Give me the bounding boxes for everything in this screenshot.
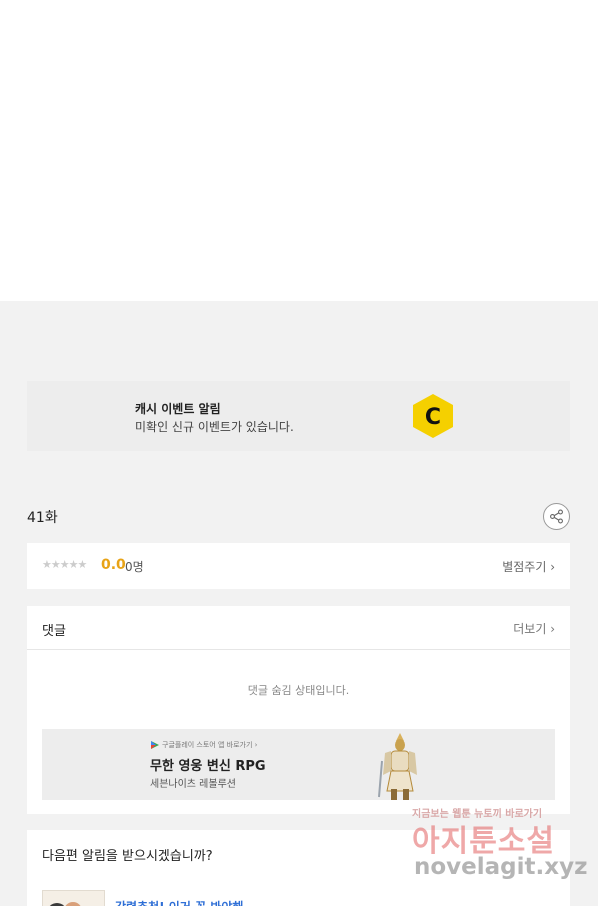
recommend-thumbnail[interactable] [42,890,105,906]
comments-hidden-message: 댓글 숨김 상태입니다. [247,684,350,697]
thumbnail-image [49,902,81,906]
ad-title: 무한 영웅 변신 RPG [150,759,266,774]
store-link-label: 구글플레이 스토어 앱 바로가기 › [162,741,258,749]
rating-count: 0명 [125,560,144,574]
episode-title: 41화 [27,510,58,526]
cash-coin-icon: C [413,394,453,438]
site-watermark: 지금보는 웹툰 뉴토끼 바로가기 아지툰소설 novelagit.xyz [408,800,598,892]
comments-section: 댓글 더보기 › 댓글 숨김 상태입니다. 구글플레이 스토어 앱 바로가기 ›… [27,606,570,814]
rate-button[interactable]: 별점주기 › [502,558,555,575]
recommend-link[interactable]: 강력추천! 이거 꼭 봐야해 [115,898,243,906]
knight-character-image [378,733,417,800]
share-icon [550,509,563,524]
comments-title: 댓글 [42,624,66,639]
ad-subtitle: 세븐나이츠 레볼루션 [150,779,236,790]
share-button[interactable] [543,503,570,530]
store-link[interactable]: 구글플레이 스토어 앱 바로가기 › [151,740,257,750]
content-end-area [0,0,598,301]
svg-text:C: C [425,405,441,430]
rating-score: 0.0 [101,557,126,573]
next-alert-question: 다음편 알림을 받으시겠습니까? [42,849,213,864]
rating-bar: ★★★★★ 0.0 0명 별점주기 › [27,543,570,589]
banner-subtitle: 미확인 신규 이벤트가 있습니다. [135,420,294,434]
comments-more-link[interactable]: 더보기 › [513,620,555,637]
star-rating-icons: ★★★★★ [42,558,87,571]
comments-header: 댓글 더보기 › [27,606,570,650]
banner-title: 캐시 이벤트 알림 [135,402,221,416]
cash-event-banner[interactable]: 캐시 이벤트 알림 미확인 신규 이벤트가 있습니다. C [27,381,570,451]
game-ad-banner[interactable]: 구글플레이 스토어 앱 바로가기 › 무한 영웅 변신 RPG 세븐나이츠 레볼… [42,729,555,800]
watermark-url: novelagit.xyz [414,854,588,880]
google-play-icon [151,741,159,749]
